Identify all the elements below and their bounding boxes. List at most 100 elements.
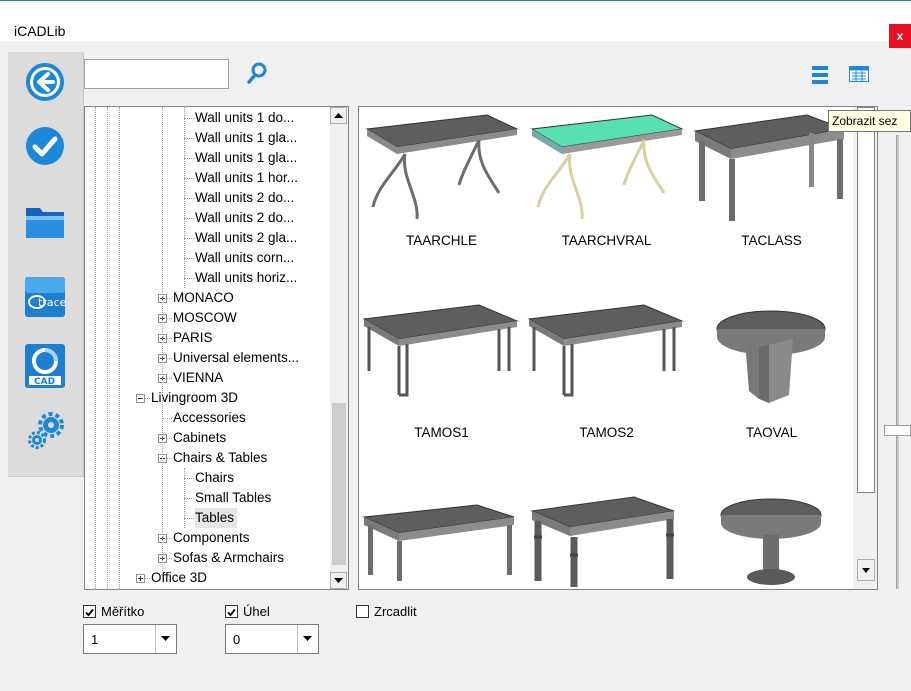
gallery-item[interactable]: TAOVAL xyxy=(689,299,854,489)
tree-item[interactable]: Chairs xyxy=(195,468,237,488)
tree-item[interactable]: Wall units 2 gla... xyxy=(195,228,300,248)
tree-item-label: PARIS xyxy=(173,330,213,345)
gallery-item[interactable] xyxy=(359,491,524,589)
gallery-item[interactable] xyxy=(524,491,689,589)
gallery-item[interactable]: TAMOS2 xyxy=(524,299,689,489)
tree-item[interactable]: Universal elements... xyxy=(173,348,302,368)
list-view-icon xyxy=(812,66,828,84)
gallery-scroll-thumb[interactable] xyxy=(857,107,875,493)
arrow-down-icon xyxy=(334,578,343,583)
scroll-thumb[interactable] xyxy=(332,403,346,565)
tree-item[interactable]: MOSCOW xyxy=(173,308,240,328)
tree-guide-line xyxy=(95,107,96,589)
tree-connector xyxy=(184,138,194,139)
gallery-item[interactable]: TAARCHVRAL xyxy=(524,107,689,297)
cad-button[interactable]: CAD xyxy=(23,344,67,388)
tree-item[interactable]: Office 3D xyxy=(151,568,210,588)
checkmark-icon xyxy=(227,608,236,617)
zoom-slider-track[interactable] xyxy=(896,135,899,589)
angle-value: 0 xyxy=(233,632,241,647)
back-arrow-icon xyxy=(26,63,64,101)
block-gallery[interactable]: TAARCHLE TAARCHVRAL TACLASS TAMOS1 TAMOS… xyxy=(358,106,878,590)
tree-item-label: Components xyxy=(173,530,250,545)
settings-button[interactable] xyxy=(23,410,67,454)
chevron-down-icon xyxy=(161,636,170,641)
tree-item-label: Sofas & Armchairs xyxy=(173,550,285,565)
tree-item-label: Office 3D xyxy=(151,570,208,585)
tree-item-label: Wall units 2 gla... xyxy=(195,230,298,245)
open-folder-button[interactable] xyxy=(23,200,67,244)
expand-icon[interactable] xyxy=(136,574,145,583)
angle-checkbox[interactable] xyxy=(225,605,238,618)
tree-scrollbar[interactable] xyxy=(330,107,348,589)
list-view-button[interactable] xyxy=(812,66,828,87)
tree-item[interactable]: Wall units 1 do... xyxy=(195,108,297,128)
gallery-item[interactable]: TACLASS xyxy=(689,107,854,297)
tree-item[interactable]: Wall units horiz... xyxy=(195,268,300,288)
tree-item-label: Universal elements... xyxy=(173,350,300,365)
tree-item[interactable]: Tables xyxy=(195,508,238,528)
gallery-item[interactable]: TAMOS1 xyxy=(359,299,524,489)
tree-item[interactable]: Accessories xyxy=(173,408,249,428)
gallery-item[interactable]: TAARCHLE xyxy=(359,107,524,297)
grid-view-button[interactable] xyxy=(849,66,869,85)
search-input[interactable] xyxy=(84,59,229,89)
gallery-scroll-down-button[interactable] xyxy=(857,559,875,581)
tree-item[interactable]: VIENNA xyxy=(173,368,226,388)
tree-item-label: Wall units 2 do... xyxy=(195,210,295,225)
tree-item[interactable]: Components xyxy=(173,528,253,548)
tree-item[interactable]: PARIS xyxy=(173,328,216,348)
gallery-item-label: TACLASS xyxy=(741,233,802,248)
tree-item-label: Accessories xyxy=(173,410,246,425)
zoom-slider-thumb[interactable] xyxy=(884,425,911,436)
search-icon xyxy=(247,62,267,84)
tree-item[interactable]: Sofas & Armchairs xyxy=(173,548,287,568)
window-title: iCADLib xyxy=(14,23,66,39)
category-tree[interactable]: Wall units 1 do... Wall units 1 gla... Wal… xyxy=(84,106,349,590)
mirror-checkbox[interactable] xyxy=(356,605,369,618)
table-thumbnail xyxy=(530,496,675,587)
trace-icon: trace xyxy=(25,277,67,317)
tree-item[interactable]: Wall units 2 do... xyxy=(195,208,297,228)
arrow-up-icon xyxy=(334,113,343,118)
tree-item-label: Wall units 2 do... xyxy=(195,190,295,205)
tree-item[interactable]: Wall units 1 hor... xyxy=(195,168,301,188)
tree-item[interactable]: Wall units 1 gla... xyxy=(195,148,300,168)
tree-item[interactable]: Wall units corn... xyxy=(195,248,297,268)
scale-label: Měřítko xyxy=(101,604,145,619)
scale-dropdown-button[interactable] xyxy=(155,625,176,653)
tree-item-label: Chairs & Tables xyxy=(173,450,268,465)
tree-item[interactable]: MONACO xyxy=(173,288,237,308)
confirm-button[interactable] xyxy=(23,124,67,168)
tree-item[interactable]: Wall units 1 gla... xyxy=(195,128,300,148)
back-button[interactable] xyxy=(23,60,67,104)
tree-item-label: Wall units 1 gla... xyxy=(195,150,298,165)
table-thumbnail xyxy=(530,114,684,220)
trace-button[interactable]: trace xyxy=(23,274,67,318)
gallery-scrollbar[interactable] xyxy=(853,107,877,589)
tree-item-label: Wall units 1 do... xyxy=(195,110,295,125)
grid-view-icon xyxy=(849,66,869,82)
tree-guide-line xyxy=(107,107,108,589)
tree-item[interactable]: Wall units 2 do... xyxy=(195,188,297,208)
tree-item[interactable]: Chairs & Tables xyxy=(173,448,270,468)
close-button[interactable]: x xyxy=(889,24,911,48)
left-toolbar: trace CAD xyxy=(8,52,84,477)
scroll-up-button[interactable] xyxy=(330,107,347,124)
gallery-item[interactable] xyxy=(689,491,854,589)
angle-dropdown-button[interactable] xyxy=(297,625,318,653)
scroll-down-button[interactable] xyxy=(330,572,347,589)
search-button[interactable] xyxy=(246,61,268,88)
angle-select[interactable]: 0 xyxy=(225,624,319,654)
tree-connector xyxy=(184,498,194,499)
collapse-icon[interactable] xyxy=(136,394,145,403)
tree-item[interactable]: Livingroom 3D xyxy=(151,388,241,408)
tooltip: Zobrazit sez xyxy=(828,110,911,132)
tree-item[interactable]: Cabinets xyxy=(173,428,229,448)
table-thumbnail xyxy=(362,504,515,581)
tree-connector xyxy=(184,278,194,279)
scale-checkbox[interactable] xyxy=(83,605,96,618)
scale-select[interactable]: 1 xyxy=(83,624,177,654)
tree-item[interactable]: Small Tables xyxy=(195,488,274,508)
tree-connector xyxy=(184,178,194,179)
